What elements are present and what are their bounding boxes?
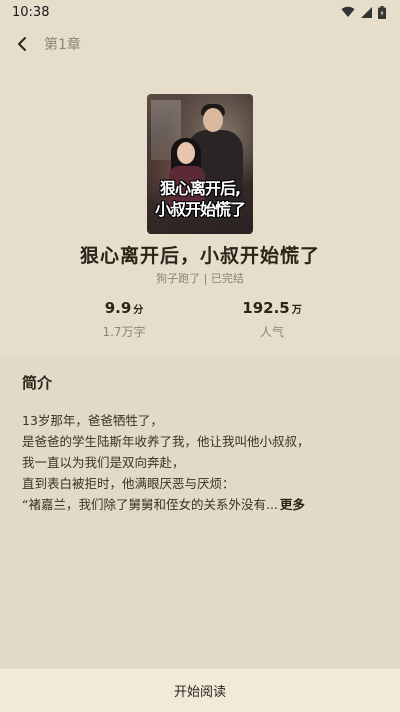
cover-man-face [203,108,223,132]
intro-panel: 简介 13岁那年，爸爸牺牲了， 是爸爸的学生陆斯年收养了我，他让我叫他小叔叔， … [0,356,400,668]
score-stat: 9.9 分 1.7万字 [64,298,184,340]
book-stats: 9.9 分 1.7万字 192.5 万 人气 [0,298,400,342]
cover-title-text: 狠心离开后, 小叔开始慌了 [147,178,253,220]
intro-line: 是爸爸的学生陆斯年收养了我，他让我叫他小叔叔， [22,434,310,449]
popularity-label: 人气 [259,325,284,339]
intro-line: 我一直以为我们是双向奔赴， [22,455,185,470]
score-unit: 分 [133,305,144,316]
chapter-title: 第1章 [44,37,81,53]
intro-line: 13岁那年，爸爸牺牲了， [22,413,163,428]
intro-heading: 简介 [22,374,53,392]
cover-title-line-2: 小叔开始慌了 [154,200,246,219]
start-reading-label: 开始阅读 [173,685,226,700]
back-arrow-icon [18,37,26,51]
top-bar: 第1章 [0,28,400,60]
battery-icon [378,5,386,19]
popularity-value: 192.5 [242,299,290,317]
status-time: 10:38 [12,4,50,20]
more-link[interactable]: 更多 [280,497,305,512]
popularity-stat: 192.5 万 人气 [212,298,332,340]
book-cover[interactable]: 狠心离开后, 小叔开始慌了 [147,94,253,234]
book-title: 狠心离开后，小叔开始慌了 [79,245,320,267]
start-reading-button[interactable]: 开始阅读 [0,669,400,712]
score-value: 9.9 [104,299,132,317]
intro-text: 13岁那年，爸爸牺牲了， 是爸爸的学生陆斯年收养了我，他让我叫他小叔叔， 我一直… [22,410,382,515]
wifi-icon [341,6,355,18]
popularity-unit: 万 [291,305,302,316]
book-author-status: 狗子跑了 | 已完结 [156,272,244,285]
intro-line: “褚嘉兰，我们除了舅舅和侄女的关系外没有... [22,497,278,512]
cover-woman-face [177,142,195,164]
cell-signal-icon [361,6,372,18]
cover-title-line-1: 狠心离开后, [159,179,241,198]
status-icons [341,5,386,19]
status-bar: 10:38 [0,0,400,24]
back-button[interactable] [2,28,42,60]
intro-line: 直到表白被拒时，他满眼厌恶与厌烦： [22,476,235,491]
word-count-label: 1.7万字 [102,325,146,339]
intro-last-line: “褚嘉兰，我们除了舅舅和侄女的关系外没有... 更多 [22,494,382,515]
